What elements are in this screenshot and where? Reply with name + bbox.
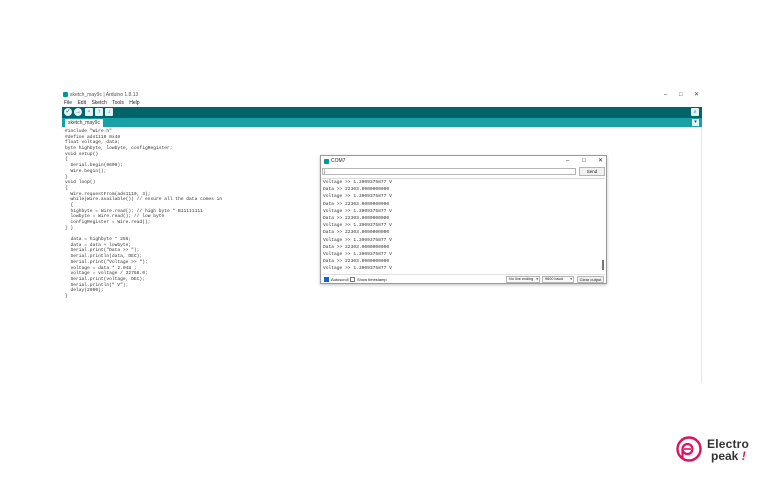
serial-output-line: Data >> 22303.0000000000 xyxy=(323,259,390,265)
ide-titlebar: sketch_may9c | Arduino 1.8.13 – □ ✕ xyxy=(62,90,702,100)
baud-select[interactable]: 9600 baud ▾ xyxy=(542,276,574,283)
ide-toolbar: ✓ → ▫ ↑ ↓ ⌕ xyxy=(62,107,702,118)
serial-output-line: Voltage >> 1.3909375877 V xyxy=(323,194,392,200)
baud-value: 9600 baud xyxy=(545,277,563,281)
menu-tools[interactable]: Tools xyxy=(112,100,124,106)
menu-file[interactable]: File xyxy=(64,100,72,106)
editor-scrollbar[interactable] xyxy=(701,127,702,383)
serial-maximize-button[interactable]: □ xyxy=(582,156,586,167)
serial-output-line: Voltage >> 1.3909375877 V xyxy=(323,223,392,229)
tab-menu-icon[interactable]: ▾ xyxy=(692,119,699,126)
serial-output-line: Data >> 22303.0000000000 xyxy=(323,187,390,193)
electropeak-logo: Electro peak ! xyxy=(676,434,756,464)
tab-sketch[interactable]: sketch_may9c xyxy=(65,119,103,127)
arduino-app-icon xyxy=(324,159,329,164)
scrollbar-thumb[interactable] xyxy=(602,260,604,270)
open-icon[interactable]: ↑ xyxy=(95,108,103,116)
serial-output-line: Voltage >> 1.3909375877 V xyxy=(323,237,392,243)
serial-output: Voltage >> 1.3909375877 V Data >> 22303.0… xyxy=(322,178,605,273)
autoscroll-checkbox[interactable] xyxy=(324,277,329,282)
ide-title: sketch_may9c | Arduino 1.8.13 xyxy=(70,92,139,98)
close-button[interactable]: ✕ xyxy=(694,90,699,100)
serial-footer: Autoscroll Show timestamp No line ending… xyxy=(322,274,605,283)
serial-monitor-window: COM7 – □ ✕ | Send Voltage >> 1.390937587… xyxy=(320,155,607,284)
serial-output-line: Voltage >> 1.3909375877 V xyxy=(323,266,392,272)
tab-bar: sketch_may9c ▾ xyxy=(62,118,702,127)
send-button[interactable]: Send xyxy=(579,167,605,176)
chevron-down-icon: ▾ xyxy=(570,277,572,281)
timestamp-label: Show timestamp xyxy=(357,277,387,282)
serial-output-line: Voltage >> 1.3909375877 V xyxy=(323,251,392,257)
logo-exclamation: ! xyxy=(741,449,746,463)
serial-output-line: Voltage >> 1.3909375877 V xyxy=(323,208,392,214)
serial-input[interactable]: | xyxy=(322,168,576,175)
clear-output-button[interactable]: Clear output xyxy=(577,276,604,283)
serial-minimize-button[interactable]: – xyxy=(566,156,569,167)
timestamp-checkbox[interactable] xyxy=(350,277,355,282)
screenshot: sketch_may9c | Arduino 1.8.13 – □ ✕ File… xyxy=(0,0,768,480)
serial-close-button[interactable]: ✕ xyxy=(598,156,603,167)
menu-bar: File Edit Sketch Tools Help xyxy=(62,100,702,107)
menu-edit[interactable]: Edit xyxy=(77,100,86,106)
serial-scrollbar[interactable] xyxy=(602,180,604,272)
verify-icon[interactable]: ✓ xyxy=(64,108,72,116)
menu-help[interactable]: Help xyxy=(129,100,139,106)
code-line: } xyxy=(65,293,68,299)
logo-text-peak: peak ! xyxy=(711,449,746,463)
serial-monitor-icon[interactable]: ⌕ xyxy=(691,108,699,116)
maximize-button[interactable]: □ xyxy=(679,90,683,100)
serial-output-line: Voltage >> 1.3909375877 V xyxy=(323,180,392,185)
arduino-app-icon xyxy=(63,92,68,97)
logo-text-peak-word: peak xyxy=(711,449,739,463)
upload-icon[interactable]: → xyxy=(74,108,82,116)
minimize-button[interactable]: – xyxy=(664,90,667,100)
line-ending-select[interactable]: No line ending ▾ xyxy=(506,276,540,283)
serial-titlebar: COM7 – □ ✕ xyxy=(321,156,606,167)
electropeak-logo-icon xyxy=(676,436,702,462)
serial-title: COM7 xyxy=(331,158,346,164)
serial-output-line: Data >> 22303.0000000000 xyxy=(323,201,390,207)
serial-output-line: Data >> 22303.0000000000 xyxy=(323,244,390,250)
autoscroll-label: Autoscroll xyxy=(331,277,349,282)
serial-output-line: Data >> 22303.0000000000 xyxy=(323,215,390,221)
line-ending-value: No line ending xyxy=(509,277,534,281)
new-icon[interactable]: ▫ xyxy=(85,108,93,116)
serial-output-line: Data >> 22303.0000000000 xyxy=(323,230,390,236)
save-icon[interactable]: ↓ xyxy=(105,108,113,116)
menu-sketch[interactable]: Sketch xyxy=(91,100,106,106)
chevron-down-icon: ▾ xyxy=(536,277,538,281)
